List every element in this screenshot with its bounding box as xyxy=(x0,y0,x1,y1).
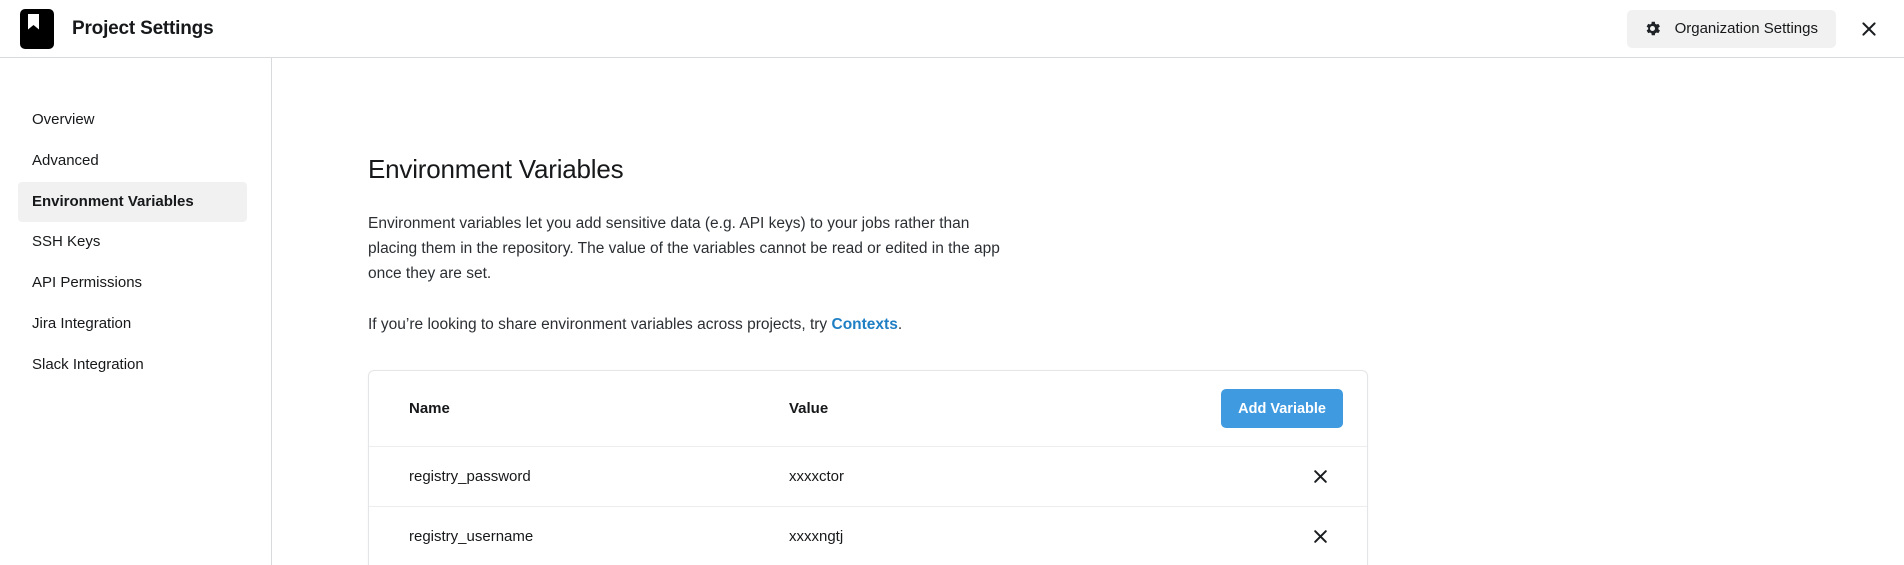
app-header: Project Settings Organization Settings xyxy=(0,0,1904,58)
close-button[interactable] xyxy=(1852,12,1886,46)
variable-value: xxxxngtj xyxy=(789,528,1223,545)
bookmark-logo-icon xyxy=(20,9,54,49)
add-variable-button[interactable]: Add Variable xyxy=(1221,389,1343,428)
sidebar-item-ssh-keys[interactable]: SSH Keys xyxy=(18,222,247,263)
environment-variables-card: Name Value Add Variable registry_passwor… xyxy=(368,370,1368,565)
page-title: Project Settings xyxy=(72,18,213,40)
row-actions xyxy=(1223,520,1343,554)
section-title: Environment Variables xyxy=(368,154,1368,185)
close-icon xyxy=(1860,20,1878,38)
contexts-link[interactable]: Contexts xyxy=(832,316,898,333)
column-header-name: Name xyxy=(409,400,450,417)
contexts-paragraph: If you’re looking to share environment v… xyxy=(368,312,1368,337)
variable-name: registry_username xyxy=(409,528,789,545)
delete-variable-button[interactable] xyxy=(1303,520,1337,554)
sidebar-item-jira-integration[interactable]: Jira Integration xyxy=(18,304,247,345)
brand: Project Settings xyxy=(20,9,213,49)
intro-paragraph: Environment variables let you add sensit… xyxy=(368,211,1003,286)
sidebar-item-api-permissions[interactable]: API Permissions xyxy=(18,263,247,304)
close-icon xyxy=(1312,468,1329,485)
sidebar-item-overview[interactable]: Overview xyxy=(18,100,247,141)
column-header-value: Value xyxy=(789,400,828,417)
table-row: registry_password xxxxctor xyxy=(369,447,1367,507)
table-header-actions: Add Variable xyxy=(1223,389,1343,428)
sidebar-item-environment-variables[interactable]: Environment Variables xyxy=(18,182,247,223)
delete-variable-button[interactable] xyxy=(1303,460,1337,494)
header-actions: Organization Settings xyxy=(1627,10,1886,48)
organization-settings-label: Organization Settings xyxy=(1675,20,1818,37)
table-header-row: Name Value Add Variable xyxy=(369,371,1367,447)
close-icon xyxy=(1312,528,1329,545)
organization-settings-button[interactable]: Organization Settings xyxy=(1627,10,1836,48)
sidebar: Overview Advanced Environment Variables … xyxy=(0,58,272,565)
column-header-name-cell: Name xyxy=(409,400,789,418)
sidebar-item-advanced[interactable]: Advanced xyxy=(18,141,247,182)
variable-value: xxxxctor xyxy=(789,468,1223,485)
row-actions xyxy=(1223,460,1343,494)
variable-name: registry_password xyxy=(409,468,789,485)
contexts-prefix-text: If you’re looking to share environment v… xyxy=(368,316,832,333)
app-body: Overview Advanced Environment Variables … xyxy=(0,58,1904,565)
table-row: registry_username xxxxngtj xyxy=(369,507,1367,565)
column-header-value-cell: Value xyxy=(789,400,1223,418)
main-content: Environment Variables Environment variab… xyxy=(272,58,1904,565)
gear-icon xyxy=(1643,19,1662,38)
sidebar-item-slack-integration[interactable]: Slack Integration xyxy=(18,345,247,386)
contexts-suffix-text: . xyxy=(898,316,902,333)
